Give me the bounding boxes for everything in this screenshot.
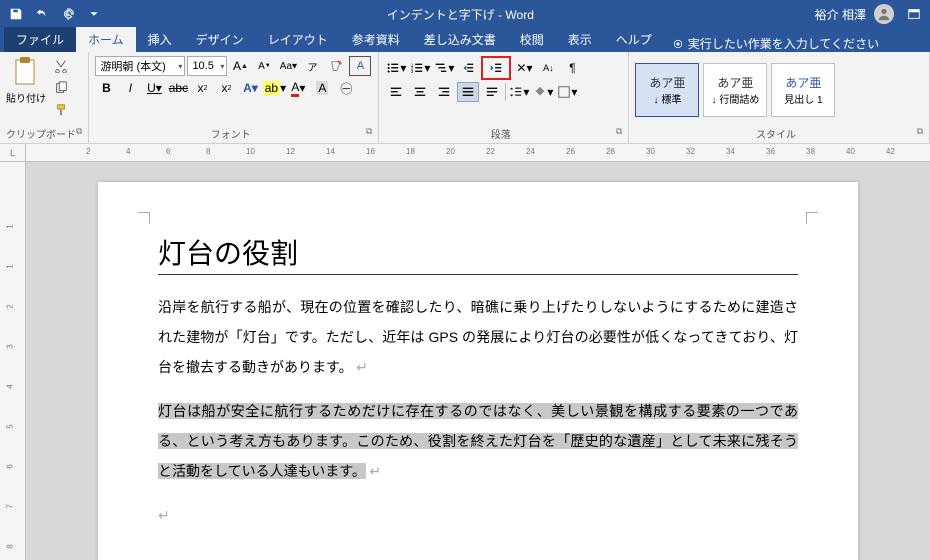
text-effects-button[interactable]: A▾ — [239, 78, 261, 98]
tell-me-label: 実行したい作業を入力してください — [688, 35, 879, 52]
change-case-button[interactable]: Aa▾ — [277, 56, 299, 76]
tab-home[interactable]: ホーム — [76, 27, 136, 52]
style-heading-1[interactable]: あア亜 見出し 1 — [771, 63, 835, 117]
font-color-button[interactable]: A▾ — [287, 78, 309, 98]
save-button[interactable] — [4, 2, 28, 26]
tab-help[interactable]: ヘルプ — [604, 27, 664, 52]
document-paragraph-1[interactable]: 沿岸を航行する船が、現在の位置を確認したり、暗礁に乗り上げたりしないようにするた… — [158, 293, 798, 383]
font-group-label: フォント — [211, 130, 251, 141]
character-shading-button[interactable]: A — [311, 78, 333, 98]
shading-button[interactable]: ▾ — [532, 82, 554, 102]
sort-button[interactable]: A↓ — [537, 58, 559, 78]
copy-button[interactable] — [50, 78, 72, 98]
tab-mailings[interactable]: 差し込み文書 — [412, 27, 508, 52]
undo-button[interactable] — [30, 2, 54, 26]
strikethrough-button[interactable]: abc — [167, 78, 189, 98]
user-avatar[interactable] — [874, 4, 894, 24]
title-bar: インデントと字下げ - Word 裕介 相澤 — [0, 0, 930, 28]
redo-button[interactable] — [56, 2, 80, 26]
font-size-combo[interactable]: 10.5 — [187, 56, 227, 76]
numbering-button[interactable]: 123▾ — [409, 58, 431, 78]
increase-indent-highlight — [481, 56, 511, 80]
line-spacing-button[interactable]: ▾ — [508, 82, 530, 102]
subscript-button[interactable]: x2 — [191, 78, 213, 98]
clear-formatting-button[interactable] — [325, 56, 347, 76]
ribbon-display-options-button[interactable] — [902, 2, 926, 26]
margin-corner-tr — [806, 212, 818, 224]
paragraph-dialog-launcher[interactable]: ⧉ — [616, 126, 622, 137]
increase-indent-button[interactable] — [485, 58, 507, 78]
ribbon-tabs: ファイル ホーム 挿入 デザイン レイアウト 参考資料 差し込み文書 校閲 表示… — [0, 28, 930, 52]
superscript-button[interactable]: x2 — [215, 78, 237, 98]
format-painter-button[interactable] — [50, 100, 72, 120]
group-styles: あア亜 ↓ 標準 あア亜 ↓ 行間詰め あア亜 見出し 1 スタイル ⧉ — [629, 52, 930, 143]
tab-review[interactable]: 校閲 — [508, 27, 556, 52]
vertical-ruler[interactable]: 1 1 2 3 4 5 6 7 8 — [0, 162, 26, 560]
underline-button[interactable]: U▾ — [143, 78, 165, 98]
bullets-button[interactable]: ▾ — [385, 58, 407, 78]
font-dialog-launcher[interactable]: ⧉ — [366, 126, 372, 137]
svg-text:3: 3 — [411, 69, 414, 74]
tab-file[interactable]: ファイル — [4, 27, 76, 52]
distributed-button[interactable] — [481, 82, 503, 102]
highlight-button[interactable]: ab▾ — [263, 78, 285, 98]
show-paragraph-marks-button[interactable]: ¶ — [561, 58, 583, 78]
user-name: 裕介 相澤 — [815, 6, 866, 23]
tab-references[interactable]: 参考資料 — [340, 27, 412, 52]
align-left-button[interactable] — [385, 82, 407, 102]
page-viewport[interactable]: 灯台の役割 沿岸を航行する船が、現在の位置を確認したり、暗礁に乗り上げたりしない… — [26, 162, 930, 560]
document-paragraph-2[interactable]: 灯台は船が安全に航行するためだけに存在するのではなく、美しい景観を構成する要素の… — [158, 397, 798, 487]
tab-insert[interactable]: 挿入 — [136, 27, 184, 52]
tab-view[interactable]: 表示 — [556, 27, 604, 52]
font-name-combo[interactable]: 游明朝 (本文) — [95, 56, 185, 76]
paste-label: 貼り付け — [6, 90, 46, 105]
ruler-corner: L — [0, 144, 26, 162]
asian-layout-button[interactable]: ✕▾ — [513, 58, 535, 78]
document-heading[interactable]: 灯台の役割 — [158, 232, 798, 275]
tab-layout[interactable]: レイアウト — [256, 27, 340, 52]
tab-design[interactable]: デザイン — [184, 27, 256, 52]
character-border-button[interactable]: A — [349, 56, 371, 76]
clipboard-group-label: クリップボード — [6, 130, 76, 141]
paragraph-group-label: 段落 — [491, 130, 511, 141]
borders-button[interactable]: ▾ — [556, 82, 578, 102]
group-paragraph: ▾ 123▾ ▾ ✕▾ A↓ ¶ ▾ ▾ ▾ — [379, 52, 629, 143]
group-font: 游明朝 (本文) 10.5 A▲ A▼ Aa▾ ア A B I U▾ abc x… — [89, 52, 379, 143]
qat-customize-button[interactable] — [82, 2, 106, 26]
enclose-characters-button[interactable]: ㊀ — [335, 78, 357, 98]
grow-font-button[interactable]: A▲ — [229, 56, 251, 76]
quick-access-toolbar — [4, 2, 106, 26]
phonetic-guide-button[interactable]: ア — [301, 56, 323, 76]
document-paragraph-empty[interactable]: ↵ — [158, 501, 798, 531]
style-no-spacing[interactable]: あア亜 ↓ 行間詰め — [703, 63, 767, 117]
align-right-button[interactable] — [433, 82, 455, 102]
ribbon: 貼り付け クリップボード ⧉ 游明朝 (本文) 10.5 A▲ A▼ Aa▾ ア… — [0, 52, 930, 144]
group-clipboard: 貼り付け クリップボード ⧉ — [0, 52, 89, 143]
page: 灯台の役割 沿岸を航行する船が、現在の位置を確認したり、暗礁に乗り上げたりしない… — [98, 182, 858, 560]
align-center-button[interactable] — [409, 82, 431, 102]
shrink-font-button[interactable]: A▼ — [253, 56, 275, 76]
multilevel-list-button[interactable]: ▾ — [433, 58, 455, 78]
italic-button[interactable]: I — [119, 78, 141, 98]
horizontal-ruler[interactable]: 24681012141618202224262830323436384042 — [26, 144, 930, 162]
styles-group-label: スタイル — [756, 130, 796, 141]
justify-button[interactable] — [457, 82, 479, 102]
style-normal[interactable]: あア亜 ↓ 標準 — [635, 63, 699, 117]
decrease-indent-button[interactable] — [457, 58, 479, 78]
paste-button[interactable]: 貼り付け — [6, 56, 46, 105]
styles-dialog-launcher[interactable]: ⧉ — [917, 126, 923, 137]
window-title: インデントと字下げ - Word — [106, 6, 815, 23]
clipboard-dialog-launcher[interactable]: ⧉ — [76, 126, 82, 137]
tell-me-search[interactable]: 実行したい作業を入力してください — [672, 35, 879, 52]
document-area: L 1 1 2 3 4 5 6 7 8 24681012141618202224… — [0, 144, 930, 560]
margin-corner-tl — [138, 212, 150, 224]
bold-button[interactable]: B — [95, 78, 117, 98]
selected-text: 灯台は船が安全に航行するためだけに存在するのではなく、美しい景観を構成する要素の… — [158, 403, 798, 479]
cut-button[interactable] — [50, 56, 72, 76]
